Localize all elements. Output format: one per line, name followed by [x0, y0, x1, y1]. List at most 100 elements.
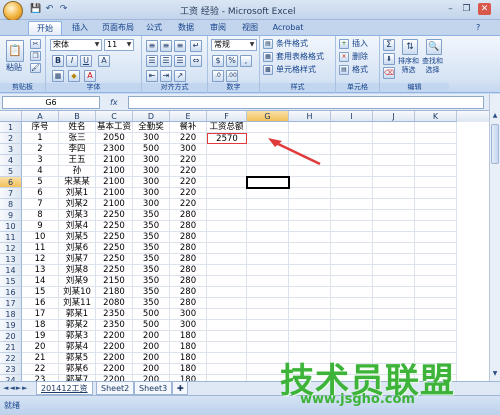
spreadsheet-grid[interactable]: ABCDEFGHIJK 1 序号 姓名 基本工资 全勤奖 餐补 工资总额 2 1 张三 2050 30… — [0, 111, 489, 381]
delete-cells-button[interactable]: 删除 — [352, 52, 368, 62]
alignment-group-label: 对齐方式 — [142, 83, 207, 92]
cell-style-icon: ▩ — [263, 65, 273, 75]
cells-group: + 插入 × 删除 ▤ 格式 单元格 — [336, 36, 380, 93]
tab-formulas[interactable]: 公式 — [140, 21, 168, 35]
align-bottom-icon[interactable]: ≡ — [174, 40, 186, 52]
insert-sheet-icon[interactable]: ✚ — [172, 382, 188, 395]
increase-decimal-icon[interactable]: .0 — [212, 70, 224, 82]
minimize-button[interactable]: – — [444, 3, 457, 15]
number-format-combo[interactable]: 常规 ▼ — [211, 39, 257, 51]
tab-acrobat[interactable]: Acrobat — [268, 21, 308, 35]
border-icon[interactable]: ▦ — [52, 70, 64, 82]
tab-insert[interactable]: 插入 — [66, 21, 94, 35]
wrap-text-icon[interactable]: ↵ — [190, 40, 202, 52]
scroll-down-icon[interactable]: ▼ — [491, 370, 499, 378]
currency-button[interactable]: $ — [212, 55, 224, 67]
paste-label[interactable]: 粘贴 — [6, 63, 22, 73]
styles-group: ▤ 条件格式 ▦ 套用表格格式 ▩ 单元格样式 样式 — [260, 36, 336, 93]
formula-input[interactable] — [128, 96, 484, 109]
align-middle-icon[interactable]: ≡ — [160, 40, 172, 52]
delete-cells-icon: × — [339, 52, 349, 62]
status-text: 就绪 — [4, 401, 20, 410]
orientation-icon[interactable]: ↗ — [174, 70, 186, 82]
tab-review[interactable]: 审阅 — [204, 21, 232, 35]
tab-home[interactable]: 开始 — [28, 21, 62, 35]
decrease-indent-icon[interactable]: ⇤ — [146, 70, 158, 82]
tab-page-layout[interactable]: 页面布局 — [98, 21, 138, 35]
insert-cells-button[interactable]: 插入 — [352, 39, 368, 49]
decrease-decimal-icon[interactable]: .00 — [226, 70, 238, 82]
cell-style-button[interactable]: 单元格样式 — [276, 65, 316, 75]
tab-data[interactable]: 数据 — [172, 21, 200, 35]
cell-f2[interactable]: 2570 — [207, 133, 247, 144]
close-button[interactable]: ✕ — [478, 3, 491, 15]
number-format-value: 常规 — [214, 40, 230, 49]
clipboard-group: 📋 粘贴 ✂ ❐ 🖌 剪贴板 — [0, 36, 46, 93]
styles-group-label: 样式 — [260, 83, 335, 92]
table-format-button[interactable]: 套用表格格式 — [276, 52, 324, 62]
sheet-tab-1[interactable]: 201412工资 — [36, 382, 93, 395]
format-cells-button[interactable]: 格式 — [352, 65, 368, 75]
help-icon[interactable]: ? — [476, 23, 480, 32]
insert-cells-icon: + — [339, 39, 349, 49]
align-top-icon[interactable]: ≡ — [146, 40, 158, 52]
italic-button[interactable]: I — [66, 55, 78, 67]
table-format-icon: ▦ — [263, 52, 273, 62]
editing-group: Σ ⬇ ⌫ ⇅ 排序和 筛选 🔍 查找和 选择 编辑 — [380, 36, 449, 93]
autosum-button[interactable]: Σ — [383, 39, 395, 51]
sheet-tab-2[interactable]: Sheet2 — [96, 382, 135, 395]
font-group-label: 字体 — [46, 83, 141, 92]
undo-icon[interactable]: ↶ — [44, 4, 55, 15]
format-cells-icon: ▤ — [339, 65, 349, 75]
sort-filter-button[interactable]: 排序和 筛选 — [398, 57, 419, 75]
fx-icon[interactable]: fx — [110, 96, 124, 109]
name-box[interactable]: G6 — [2, 96, 100, 109]
clear-icon[interactable]: ⌫ — [383, 67, 395, 79]
fill-icon[interactable]: ⬇ — [383, 53, 395, 65]
fill-color-icon[interactable]: ◆ — [68, 70, 80, 82]
scroll-thumb[interactable] — [491, 124, 499, 164]
font-size-combo[interactable]: 11 ▼ — [104, 39, 134, 51]
scroll-up-icon[interactable]: ▲ — [491, 112, 499, 120]
sort-filter-icon[interactable]: ⇅ — [402, 39, 418, 55]
conditional-format-button[interactable]: 条件格式 — [276, 39, 308, 49]
sheet-tab-3[interactable]: Sheet3 — [134, 382, 173, 395]
find-select-button[interactable]: 查找和 选择 — [422, 57, 443, 75]
align-left-icon[interactable]: ☰ — [146, 55, 158, 67]
merge-center-icon[interactable]: ⇔ — [190, 55, 202, 67]
title-bar: 💾 ↶ ↷ 工资 经验 - Microsoft Excel – ❐ ✕ — [0, 0, 500, 21]
find-select-icon[interactable]: 🔍 — [426, 39, 442, 55]
vertical-scrollbar[interactable]: ▲ ▼ — [489, 94, 500, 381]
sheet-nav-icons[interactable]: ◄◄►► — [3, 384, 29, 392]
number-group-label: 数字 — [208, 83, 259, 92]
align-right-icon[interactable]: ☰ — [174, 55, 186, 67]
font-name-combo[interactable]: 宋体 ▼ — [50, 39, 102, 51]
percent-button[interactable]: % — [226, 55, 238, 67]
ribbon-tabs: 开始 插入 页面布局 公式 数据 审阅 视图 Acrobat ? — [0, 20, 500, 35]
watermark-url: www.jsgho.com — [300, 392, 415, 407]
font-size-value: 11 — [107, 40, 118, 49]
copy-icon[interactable]: ❐ — [30, 51, 41, 61]
font-group: 宋体 ▼ 11 ▼ B I U A ▦ ◆ A 字体 — [46, 36, 142, 93]
comma-button[interactable]: , — [240, 55, 252, 67]
chevron-down-icon: ▼ — [94, 41, 100, 48]
underline-button[interactable]: U — [80, 55, 92, 67]
paste-icon[interactable]: 📋 — [6, 40, 24, 62]
window-title: 工资 经验 - Microsoft Excel — [180, 7, 296, 17]
redo-icon[interactable]: ↷ — [58, 4, 69, 15]
save-icon[interactable]: 💾 — [30, 4, 41, 15]
bold-button[interactable]: B — [52, 55, 64, 67]
cut-icon[interactable]: ✂ — [30, 39, 41, 49]
increase-indent-icon[interactable]: ⇥ — [160, 70, 172, 82]
chevron-down-icon: ▼ — [126, 41, 132, 48]
align-center-icon[interactable]: ☰ — [160, 55, 172, 67]
restore-button[interactable]: ❐ — [460, 3, 473, 15]
font-color-button[interactable]: A — [84, 70, 96, 82]
office-button[interactable] — [3, 1, 23, 21]
grow-font-button[interactable]: A — [98, 55, 110, 67]
clipboard-group-label: 剪贴板 — [0, 83, 45, 92]
font-name-value: 宋体 — [53, 40, 69, 49]
ribbon: 📋 粘贴 ✂ ❐ 🖌 剪贴板 宋体 ▼ 11 ▼ B I U A ▦ ◆ A 字体 … — [0, 35, 500, 93]
tab-view[interactable]: 视图 — [236, 21, 264, 35]
format-painter-icon[interactable]: 🖌 — [30, 63, 41, 73]
